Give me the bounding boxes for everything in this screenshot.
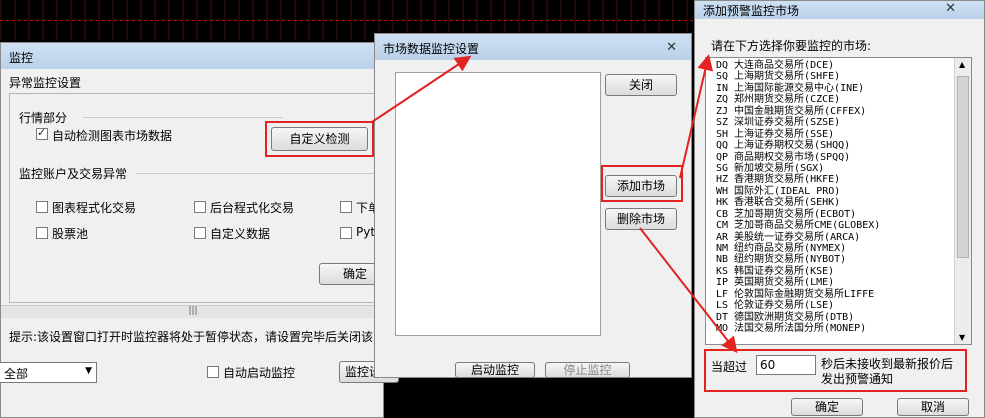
delete-market-button[interactable]: 删除市场 [605,208,677,230]
auto-detect-checkbox[interactable] [36,126,48,140]
market-list-item[interactable]: IN 上海国际能源交易中心(INE) [716,83,880,94]
auto-start-checkbox[interactable] [207,366,219,378]
horizontal-scrollbar[interactable]: ||| [1,305,385,318]
add-alert-window-title: 添加预警监控市场 [703,4,800,18]
monitor-settings-subtitle: 异常监控设置 [9,76,82,90]
market-list-item[interactable]: ZJ 中国金融期货交易所(CFFEX) [716,106,880,117]
chart-algo-trading-label: 图表程式化交易 [52,201,137,215]
python-checkbox[interactable] [340,227,352,239]
market-list-item[interactable]: ZQ 郑州期货交易所(CZCE) [716,94,880,105]
scroll-up-icon[interactable]: ▲ [959,60,965,69]
market-list-item[interactable]: QQ 上海证券期权交易(SHQQ) [716,140,880,151]
account-select-value: 全部 [4,367,29,381]
divider [83,117,283,118]
highlight-box [704,349,967,392]
divider [136,173,385,174]
market-list-item[interactable]: SZ 深圳证券交易所(SZSE) [716,117,880,128]
add-alert-window-titlebar[interactable]: 添加预警监控市场 ✕ [695,1,984,19]
background-chart-line [0,20,700,21]
tip-text: 提示:该设置窗口打开时监控器将处于暂停状态，请设置完毕后关闭该 [9,330,374,344]
market-list-item[interactable]: DT 德国欧洲期货交易所(DTB) [716,312,880,323]
market-listbox[interactable]: DQ 大连商品交易所(DCE) SQ 上海期货交易所(SHFE) IN 上海国际能源… [705,57,972,345]
section-account-heading: 监控账户及交易异常 [19,167,128,181]
stock-pool-checkbox[interactable] [36,227,48,239]
monitor-window-titlebar[interactable]: 监控 [1,43,383,69]
confirm-button[interactable]: 确定 [791,398,863,416]
auto-start-label: 自动启动监控 [223,366,296,380]
market-list-item[interactable]: NM 纽约商品交易所(NYMEX) [716,243,880,254]
scroll-down-icon[interactable]: ▼ [959,333,965,342]
market-list-item[interactable]: HK 香港联合交易所(SEHK) [716,197,880,208]
close-icon[interactable]: ✕ [945,1,956,16]
chart-algo-trading-checkbox[interactable] [36,201,48,213]
close-button[interactable]: 关闭 [605,74,677,96]
market-list-item[interactable]: HZ 香港期货交易所(HKFE) [716,174,880,185]
market-list-item[interactable]: QP 商品期权交易市场(SPQQ) [716,152,880,163]
scroll-thumb[interactable] [957,76,969,258]
custom-data-label: 自定义数据 [210,227,271,241]
auto-detect-label: 自动检测图表市场数据 [52,129,173,143]
market-list[interactable] [395,72,601,336]
market-list-item[interactable]: SG 新加坡交易所(SGX) [716,163,880,174]
market-list-item[interactable]: DQ 大连商品交易所(DCE) [716,60,880,71]
scroll-grip: ||| [188,306,198,316]
market-data-window: 市场数据监控设置 ✕ 关闭 添加市场 删除市场 [374,33,692,378]
vertical-scrollbar[interactable]: ▲ ▼ [954,58,971,344]
highlight-box [265,121,374,157]
market-list-item[interactable]: SQ 上海期货交易所(SHFE) [716,71,880,82]
market-list-item[interactable]: LS 伦敦证券交易所(LSE) [716,300,880,311]
close-icon[interactable]: ✕ [666,40,677,55]
market-data-window-title: 市场数据监控设置 [383,42,480,56]
stop-monitor-button[interactable]: 停止监控 [545,362,630,378]
market-select-prompt: 请在下方选择你要监控的市场: [711,39,872,53]
add-alert-market-window: 添加预警监控市场 ✕ 请在下方选择你要监控的市场: DQ 大连商品交易所(DCE… [694,0,985,418]
monitor-window-title: 监控 [9,51,34,65]
section-quotes-heading: 行情部分 [19,111,68,125]
market-list-item[interactable]: KS 韩国证券交易所(KSE) [716,266,880,277]
market-list-item[interactable]: MO 法国交易所法国分所(MONEP) [716,323,880,334]
background-algo-trading-checkbox[interactable] [194,201,206,213]
start-monitor-button[interactable]: 启动监控 [455,362,535,378]
account-select[interactable]: 全部 ▼ [0,362,97,383]
market-list-item[interactable]: NB 纽约期货交易所(NYBOT) [716,254,880,265]
market-items: DQ 大连商品交易所(DCE) SQ 上海期货交易所(SHFE) IN 上海国际能源… [716,60,880,335]
market-list-item[interactable]: CB 芝加哥期货交易所(ECBOT) [716,209,880,220]
order-checkbox[interactable] [340,201,352,213]
market-list-item[interactable]: CM 芝加哥商品交易所CME(GLOBEX) [716,220,880,231]
custom-data-checkbox[interactable] [194,227,206,239]
chevron-down-icon: ▼ [85,366,92,376]
market-list-item[interactable]: IP 英国期货交易所(LME) [716,277,880,288]
market-list-item[interactable]: SH 上海证券交易所(SSE) [716,129,880,140]
market-data-window-titlebar[interactable]: 市场数据监控设置 ✕ [375,34,691,60]
market-list-item[interactable]: AR 美股统一证券交易所(ARCA) [716,232,880,243]
highlight-box [601,165,683,202]
cancel-button[interactable]: 取消 [897,398,969,416]
stock-pool-label: 股票池 [52,227,89,241]
market-list-item[interactable]: WH 国际外汇(IDEAL PRO) [716,186,880,197]
background-algo-trading-label: 后台程式化交易 [210,201,295,215]
market-list-item[interactable]: LF 伦敦国际金融期货交易所LIFFE [716,289,880,300]
monitor-window: 监控 异常监控设置 行情部分 自动检测图表市场数据 自定义检测 监控账户及交易异… [0,42,399,418]
